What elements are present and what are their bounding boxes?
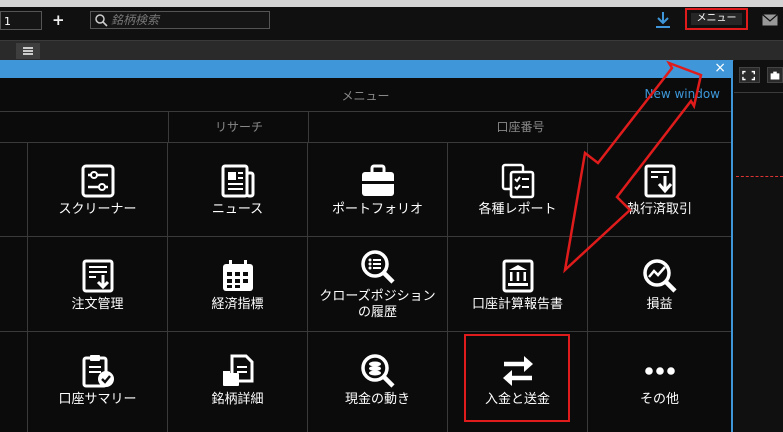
- close-icon[interactable]: ×: [714, 61, 726, 76]
- menu-item-order-management[interactable]: 注文管理: [28, 237, 168, 332]
- category-header-empty: [0, 112, 168, 143]
- search-icon: [95, 14, 108, 27]
- profit-loss-icon: [642, 259, 677, 293]
- search-placeholder: 銘柄検索: [111, 13, 160, 27]
- menu-item-label-line2: の履歴: [357, 305, 397, 320]
- menu-item-label: 入金と送金: [484, 392, 550, 407]
- menu-window: × メニュー New window リサーチ 口座番号 スクリーナー ニュース …: [0, 60, 733, 432]
- calendar-icon: [222, 260, 253, 291]
- reports-icon: [501, 163, 534, 199]
- menu-item-label: ポートフォリオ: [331, 202, 423, 217]
- menu-item-instrument-details[interactable]: 銘柄詳細: [168, 332, 308, 432]
- executed-trades-icon: [644, 164, 675, 198]
- menu-item-news[interactable]: ニュース: [168, 142, 308, 237]
- transfer-icon: [502, 356, 533, 386]
- hamburger-menu-button[interactable]: [16, 43, 40, 59]
- fullscreen-button[interactable]: [739, 67, 760, 83]
- add-tab-button[interactable]: +: [52, 12, 65, 28]
- menu-item-label: 口座サマリー: [58, 392, 137, 407]
- menu-item-label: 銘柄詳細: [211, 392, 264, 407]
- menu-item-reports[interactable]: 各種レポート: [448, 142, 588, 237]
- menu-header: メニュー New window: [0, 78, 731, 112]
- menu-item-label: スクリーナー: [58, 202, 137, 217]
- secondary-toolbar: [0, 40, 783, 61]
- camera-button[interactable]: [767, 67, 783, 83]
- menu-window-titlebar[interactable]: ×: [0, 60, 733, 78]
- instrument-details-icon: [222, 354, 253, 386]
- menu-item-label: 各種レポート: [478, 202, 557, 217]
- panel-divider: [734, 92, 783, 93]
- menu-item-label: クローズポジション の履歴: [308, 289, 447, 321]
- menu-title: メニュー: [341, 89, 390, 103]
- menu-button-label: メニュー: [691, 13, 742, 25]
- menu-item-cash-movements[interactable]: 現金の動き: [308, 332, 448, 432]
- menu-item-label-line1: クローズポジション: [319, 289, 436, 304]
- account-statement-icon: [502, 259, 533, 293]
- menu-item-more[interactable]: その他: [588, 332, 731, 432]
- portfolio-icon: [361, 164, 394, 196]
- menu-item-deposit-transfer[interactable]: 入金と送金: [448, 332, 588, 432]
- menu-window-border: [731, 60, 733, 432]
- menu-item-label: 現金の動き: [344, 392, 410, 407]
- menu-item-label: 経済指標: [211, 297, 264, 312]
- background-chart-panel: [734, 60, 783, 432]
- closed-positions-icon: [360, 250, 395, 284]
- category-account-number: 口座番号: [308, 112, 732, 143]
- account-summary-icon: [82, 355, 114, 388]
- price-line: [736, 176, 783, 177]
- menu-item-portfolio[interactable]: ポートフォリオ: [308, 142, 448, 237]
- new-window-link[interactable]: New window: [644, 87, 720, 101]
- menu-item-label: その他: [639, 392, 679, 407]
- menu-cell-partial: [0, 237, 28, 332]
- workspace-tab-number[interactable]: 1: [0, 11, 42, 30]
- menu-item-label: 執行済取引: [626, 202, 692, 217]
- camera-icon: [770, 71, 780, 80]
- top-border: [0, 0, 783, 7]
- menu-item-account-statement[interactable]: 口座計算報告書: [448, 237, 588, 332]
- top-toolbar: 1 + 銘柄検索 メニュー: [0, 0, 783, 40]
- menu-item-account-summary[interactable]: 口座サマリー: [28, 332, 168, 432]
- menu-cell-partial: [0, 332, 28, 432]
- menu-item-closed-positions[interactable]: クローズポジション の履歴: [308, 237, 448, 332]
- symbol-search-input[interactable]: 銘柄検索: [90, 11, 270, 29]
- menu-button[interactable]: メニュー: [685, 8, 748, 30]
- menu-item-executed-trades[interactable]: 執行済取引: [588, 142, 731, 237]
- menu-item-profit-loss[interactable]: 損益: [588, 237, 731, 332]
- category-research: リサーチ: [168, 112, 309, 143]
- more-icon: [644, 367, 675, 375]
- screener-icon: [81, 164, 114, 198]
- menu-item-label: 口座計算報告書: [471, 297, 563, 312]
- order-management-icon: [82, 259, 113, 293]
- expand-icon: [742, 70, 756, 81]
- menu-item-screener[interactable]: スクリーナー: [28, 142, 168, 237]
- mail-icon[interactable]: [762, 14, 778, 26]
- download-icon[interactable]: [653, 10, 673, 30]
- news-icon: [221, 164, 254, 198]
- menu-item-label: ニュース: [211, 202, 264, 217]
- menu-cell-partial: [0, 142, 28, 237]
- menu-item-economic-calendar[interactable]: 経済指標: [168, 237, 308, 332]
- menu-item-label: 損益: [646, 297, 673, 312]
- cash-movements-icon: [360, 354, 395, 388]
- menu-item-label: 注文管理: [71, 297, 124, 312]
